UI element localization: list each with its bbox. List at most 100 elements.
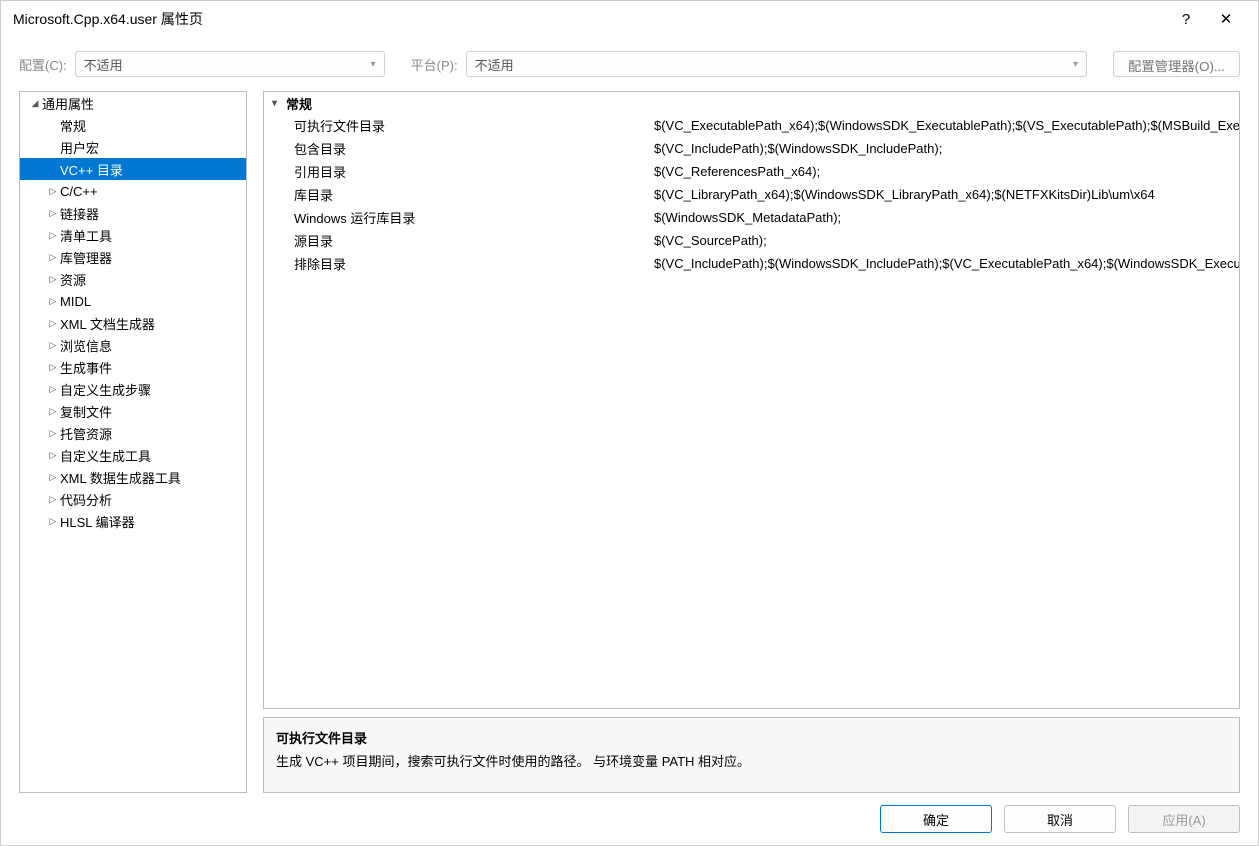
tree-item-managedres[interactable]: ▷ 托管资源 xyxy=(20,422,246,444)
tree-root[interactable]: ◢ 通用属性 xyxy=(20,92,246,114)
apply-button[interactable]: 应用(A) xyxy=(1128,805,1240,833)
tree-item-label: 链接器 xyxy=(60,204,99,223)
prop-label: 引用目录 xyxy=(264,162,654,181)
expander-icon: ▷ xyxy=(46,208,60,219)
tree-item-buildevents[interactable]: ▷ 生成事件 xyxy=(20,356,246,378)
chevron-down-icon: ▾ xyxy=(272,98,286,109)
tree-item-xmldoc[interactable]: ▷ XML 文档生成器 xyxy=(20,312,246,334)
expander-icon: ▷ xyxy=(46,494,60,505)
tree-item-label: HLSL 编译器 xyxy=(60,512,135,531)
expander-icon: ▷ xyxy=(46,274,60,285)
config-label: 配置(C): xyxy=(19,55,67,74)
tree-item-librarian[interactable]: ▷ 库管理器 xyxy=(20,246,246,268)
tree-item-xmldatagen[interactable]: ▷ XML 数据生成器工具 xyxy=(20,466,246,488)
expander-icon: ▷ xyxy=(46,406,60,417)
prop-value[interactable]: $(VC_SourcePath); xyxy=(654,233,1239,248)
tree-root-label: 通用属性 xyxy=(42,94,94,113)
prop-label: Windows 运行库目录 xyxy=(264,208,654,227)
tree-item-label: XML 数据生成器工具 xyxy=(60,468,181,487)
expander-icon: ▷ xyxy=(46,362,60,373)
tree-item-label: C/C++ xyxy=(60,184,98,199)
tree-item-linker[interactable]: ▷ 链接器 xyxy=(20,202,246,224)
prop-value[interactable]: $(WindowsSDK_MetadataPath); xyxy=(654,210,1239,225)
help-button[interactable]: ? xyxy=(1166,3,1206,35)
tree-item-label: XML 文档生成器 xyxy=(60,314,155,333)
prop-row-winrt[interactable]: Windows 运行库目录 $(WindowsSDK_MetadataPath)… xyxy=(264,206,1239,229)
title-bar: Microsoft.Cpp.x64.user 属性页 ? ✕ xyxy=(1,1,1258,37)
tree-item-label: 用户宏 xyxy=(60,138,99,157)
prop-value[interactable]: $(VC_ReferencesPath_x64); xyxy=(654,164,1239,179)
description-text: 生成 VC++ 项目期间，搜索可执行文件时使用的路径。 与环境变量 PATH 相… xyxy=(276,751,1227,770)
close-button[interactable]: ✕ xyxy=(1206,3,1246,35)
prop-row-source[interactable]: 源目录 $(VC_SourcePath); xyxy=(264,229,1239,252)
chevron-down-icon: ▾ xyxy=(371,59,376,70)
expander-icon: ◢ xyxy=(28,98,42,109)
config-dropdown[interactable]: 不适用 ▾ xyxy=(75,51,385,77)
config-value: 不适用 xyxy=(84,55,123,74)
expander-icon: ▷ xyxy=(46,340,60,351)
tree-panel[interactable]: ◢ 通用属性 常规 用户宏 VC++ 目录 ▷ C/C++ ▷ 链接器 ▷ 清单… xyxy=(19,91,247,793)
tree-item-codeanalysis[interactable]: ▷ 代码分析 xyxy=(20,488,246,510)
prop-value[interactable]: $(VC_IncludePath);$(WindowsSDK_IncludePa… xyxy=(654,256,1239,271)
description-title: 可执行文件目录 xyxy=(276,728,1227,747)
tree-item-usermacros[interactable]: 用户宏 xyxy=(20,136,246,158)
tree-item-custombuildtool[interactable]: ▷ 自定义生成工具 xyxy=(20,444,246,466)
platform-label: 平台(P): xyxy=(411,55,458,74)
prop-label: 库目录 xyxy=(264,185,654,204)
expander-icon: ▷ xyxy=(46,230,60,241)
right-panel: ▾ 常规 可执行文件目录 $(VC_ExecutablePath_x64);$(… xyxy=(263,91,1240,793)
tree-item-ccpp[interactable]: ▷ C/C++ xyxy=(20,180,246,202)
prop-row-exec[interactable]: 可执行文件目录 $(VC_ExecutablePath_x64);$(Windo… xyxy=(264,114,1239,137)
tree-item-label: 复制文件 xyxy=(60,402,112,421)
expander-icon: ▷ xyxy=(46,318,60,329)
platform-dropdown[interactable]: 不适用 ▾ xyxy=(466,51,1087,77)
group-header-label: 常规 xyxy=(286,94,312,113)
tree-item-label: 库管理器 xyxy=(60,248,112,267)
chevron-down-icon: ▾ xyxy=(1073,59,1078,70)
prop-label: 源目录 xyxy=(264,231,654,250)
group-header[interactable]: ▾ 常规 xyxy=(264,92,1239,114)
tree-item-copyfiles[interactable]: ▷ 复制文件 xyxy=(20,400,246,422)
prop-row-include[interactable]: 包含目录 $(VC_IncludePath);$(WindowsSDK_Incl… xyxy=(264,137,1239,160)
tree-item-label: 自定义生成工具 xyxy=(60,446,151,465)
tree-item-vcdirs[interactable]: VC++ 目录 xyxy=(20,158,246,180)
tree-item-custombuildstep[interactable]: ▷ 自定义生成步骤 xyxy=(20,378,246,400)
tree-item-browseinfo[interactable]: ▷ 浏览信息 xyxy=(20,334,246,356)
prop-label: 排除目录 xyxy=(264,254,654,273)
tree-item-label: 资源 xyxy=(60,270,86,289)
expander-icon: ▷ xyxy=(46,384,60,395)
description-panel: 可执行文件目录 生成 VC++ 项目期间，搜索可执行文件时使用的路径。 与环境变… xyxy=(263,717,1240,793)
prop-value[interactable]: $(VC_IncludePath);$(WindowsSDK_IncludePa… xyxy=(654,141,1239,156)
prop-label: 可执行文件目录 xyxy=(264,116,654,135)
prop-row-reference[interactable]: 引用目录 $(VC_ReferencesPath_x64); xyxy=(264,160,1239,183)
ok-button[interactable]: 确定 xyxy=(880,805,992,833)
tree-item-manifest[interactable]: ▷ 清单工具 xyxy=(20,224,246,246)
config-bar: 配置(C): 不适用 ▾ 平台(P): 不适用 ▾ 配置管理器(O)... xyxy=(1,37,1258,91)
tree-item-general[interactable]: 常规 xyxy=(20,114,246,136)
prop-label: 包含目录 xyxy=(264,139,654,158)
expander-icon: ▷ xyxy=(46,516,60,527)
expander-icon: ▷ xyxy=(46,252,60,263)
tree-item-resources[interactable]: ▷ 资源 xyxy=(20,268,246,290)
tree-item-label: 常规 xyxy=(60,116,86,135)
prop-value[interactable]: $(VC_ExecutablePath_x64);$(WindowsSDK_Ex… xyxy=(654,118,1239,133)
window-title: Microsoft.Cpp.x64.user 属性页 xyxy=(13,9,1166,29)
prop-row-exclude[interactable]: 排除目录 $(VC_IncludePath);$(WindowsSDK_Incl… xyxy=(264,252,1239,275)
prop-value[interactable]: $(VC_LibraryPath_x64);$(WindowsSDK_Libra… xyxy=(654,187,1239,202)
property-grid[interactable]: ▾ 常规 可执行文件目录 $(VC_ExecutablePath_x64);$(… xyxy=(263,91,1240,709)
main-area: ◢ 通用属性 常规 用户宏 VC++ 目录 ▷ C/C++ ▷ 链接器 ▷ 清单… xyxy=(1,91,1258,793)
expander-icon: ▷ xyxy=(46,450,60,461)
config-manager-button[interactable]: 配置管理器(O)... xyxy=(1113,51,1240,77)
cancel-button[interactable]: 取消 xyxy=(1004,805,1116,833)
expander-icon: ▷ xyxy=(46,296,60,307)
prop-row-library[interactable]: 库目录 $(VC_LibraryPath_x64);$(WindowsSDK_L… xyxy=(264,183,1239,206)
tree-item-hlsl[interactable]: ▷ HLSL 编译器 xyxy=(20,510,246,532)
tree-item-label: VC++ 目录 xyxy=(60,160,123,179)
footer: 确定 取消 应用(A) xyxy=(1,793,1258,845)
tree-item-label: 托管资源 xyxy=(60,424,112,443)
tree-item-midl[interactable]: ▷ MIDL xyxy=(20,290,246,312)
tree-item-label: 清单工具 xyxy=(60,226,112,245)
tree-item-label: 自定义生成步骤 xyxy=(60,380,151,399)
tree-item-label: 浏览信息 xyxy=(60,336,112,355)
tree-item-label: MIDL xyxy=(60,294,91,309)
